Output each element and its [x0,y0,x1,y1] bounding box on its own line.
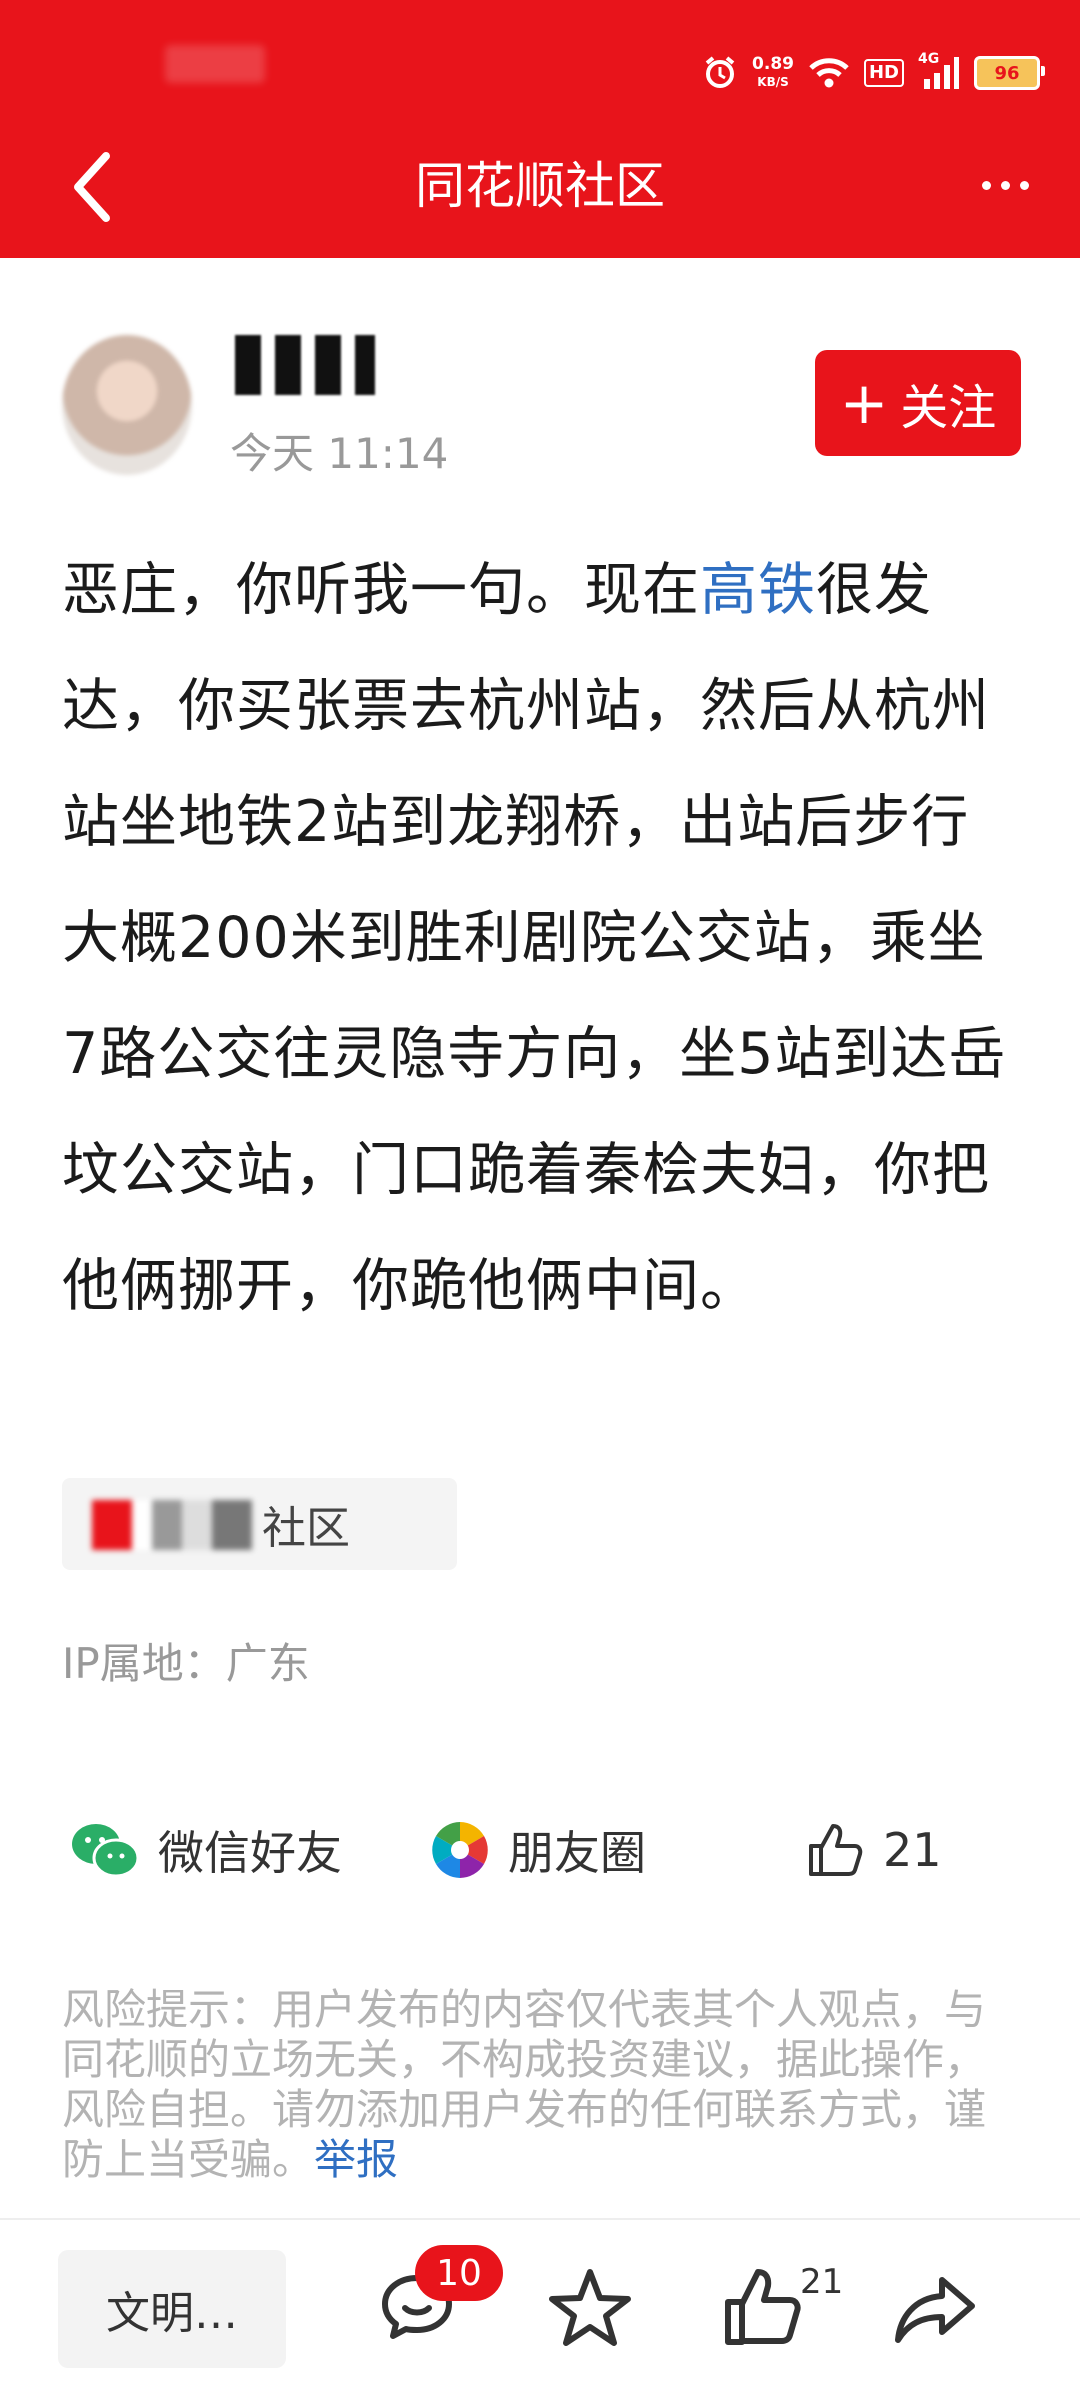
community-name: 社区 [262,1503,350,1554]
wechat-icon [72,1824,140,1878]
stock-link[interactable]: 高铁 [700,557,816,623]
community-tag[interactable]: 社区 [62,1478,457,1570]
like-count: 21 [883,1823,942,1877]
avatar[interactable] [62,335,192,475]
share-arrow-icon [895,2277,975,2343]
more-dot-icon [1000,180,1010,190]
post-content: 恶庄，你听我一句。现在高铁很发达，你买张票去杭州站，然后从杭州站坐地铁2站到龙翔… [62,532,1022,1344]
share-wechat-button[interactable]: 微信好友 [70,1800,342,1900]
risk-disclaimer: 风险提示：用户发布的内容仅代表其个人观点，与同花顺的立场无关，不构成投资建议，据… [62,1985,1022,2185]
thumbs-up-icon [725,2269,801,2345]
thumbs-up-icon [809,1824,863,1876]
battery-icon: 96 [974,56,1045,90]
more-options-button[interactable] [960,160,1050,210]
star-icon [549,2269,631,2346]
share-button[interactable] [890,2262,980,2352]
follow-button[interactable]: + 关注 [815,350,1021,456]
hd-icon: HD [863,59,904,87]
like-bottom-button[interactable] [718,2262,808,2352]
content-text: 很发达，你买张票去杭州站，然后从杭州站坐地铁2站到龙翔桥，出站后步行大概200米… [62,557,1007,1319]
post-time: 今天 11:14 [230,429,449,478]
signal-icon: 4G [918,51,960,91]
wifi-icon [809,58,849,88]
comment-count-badge: 10 [415,2245,503,2301]
content-text: 恶庄，你听我一句。现在 [62,557,700,623]
status-bar-carrier-blurred [165,45,265,83]
top-app-bar: 0.89 KB/S HD 4G 96 同花顺社区 [0,0,1080,258]
favorite-button[interactable] [545,2262,635,2352]
comment-input[interactable]: 文明… [58,2250,286,2368]
share-moments-button[interactable]: 朋友圈 [430,1800,646,1900]
community-logo-blurred [92,1500,252,1550]
more-dot-icon [981,180,991,190]
ip-location: IP属地：广东 [62,1639,310,1688]
plus-icon: + [839,369,889,437]
moments-icon [432,1822,488,1878]
network-speed: 0.89 KB/S [752,54,794,89]
author-name-blurred[interactable] [235,335,375,395]
page-title: 同花顺社区 [415,157,665,215]
status-bar: 0.89 KB/S HD 4G 96 [702,48,1045,98]
more-dot-icon [1019,180,1029,190]
like-button[interactable]: 21 [805,1800,942,1900]
share-wechat-label: 微信好友 [158,1826,342,1880]
like-count-bottom: 21 [800,2262,844,2302]
report-link[interactable]: 举报 [314,2135,398,2184]
follow-label: 关注 [900,380,997,436]
share-moments-label: 朋友圈 [508,1826,646,1880]
divider [0,2218,1080,2220]
alarm-icon [705,56,735,88]
disclaimer-text: 风险提示：用户发布的内容仅代表其个人观点，与同花顺的立场无关，不构成投资建议，据… [62,1985,987,2184]
